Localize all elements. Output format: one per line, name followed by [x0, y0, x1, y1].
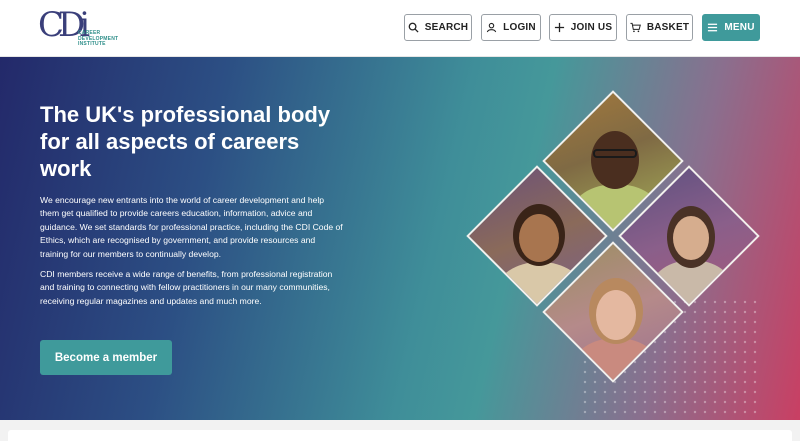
user-icon [486, 22, 497, 33]
hero-title: The UK's professional body for all aspec… [40, 102, 331, 181]
search-label: SEARCH [424, 22, 469, 33]
join-us-button[interactable]: JOIN US [549, 14, 617, 41]
become-a-member-button[interactable]: Become a member [40, 340, 172, 375]
menu-label: MENU [724, 22, 755, 33]
logo-subtitle: CAREER DEVELOPMENT INSTITUTE [78, 30, 119, 47]
login-button[interactable]: LOGIN [481, 14, 541, 41]
hero-banner: The UK's professional body for all aspec… [0, 57, 800, 420]
cdi-logo[interactable]: CDi CAREER DEVELOPMENT INSTITUTE [38, 5, 122, 51]
plus-icon [554, 22, 564, 33]
site-header: CDi CAREER DEVELOPMENT INSTITUTE SEARCH … [0, 0, 800, 57]
menu-button[interactable]: MENU [702, 14, 760, 41]
hero-paragraph-2: CDI members receive a wide range of bene… [40, 269, 333, 306]
search-icon [408, 22, 419, 33]
basket-label: BASKET [646, 22, 690, 33]
join-us-label: JOIN US [570, 22, 613, 33]
hero-paragraph-1: We encourage new entrants into the world… [40, 195, 343, 259]
basket-icon [630, 22, 641, 33]
login-label: LOGIN [503, 22, 536, 33]
basket-button[interactable]: BASKET [626, 14, 693, 41]
next-section-card [8, 430, 792, 441]
search-button[interactable]: SEARCH [404, 14, 472, 41]
hamburger-icon [708, 23, 718, 32]
